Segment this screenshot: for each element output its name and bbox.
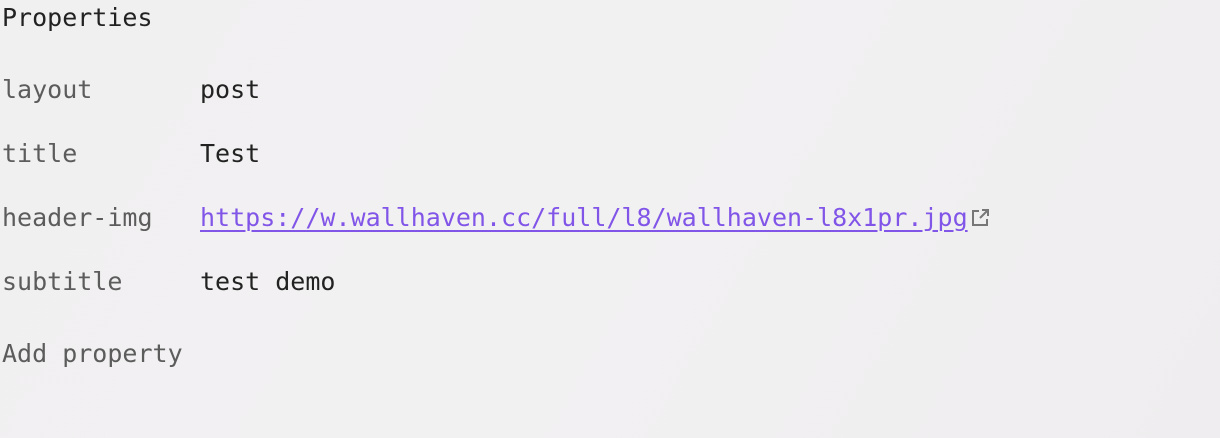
- property-key-title[interactable]: title: [2, 139, 77, 169]
- property-value-title[interactable]: Test: [200, 139, 260, 169]
- property-key-layout[interactable]: layout: [2, 75, 92, 105]
- property-key-header-img[interactable]: header-img: [2, 203, 153, 233]
- external-link-icon[interactable]: [970, 205, 990, 235]
- header-img-link[interactable]: https://w.wallhaven.cc/full/l8/wallhaven…: [200, 203, 968, 232]
- property-value-subtitle[interactable]: test demo: [200, 267, 335, 297]
- property-value-layout[interactable]: post: [200, 75, 260, 105]
- property-value-header-img: https://w.wallhaven.cc/full/l8/wallhaven…: [200, 203, 990, 235]
- properties-heading: Properties: [2, 3, 153, 32]
- property-key-subtitle[interactable]: subtitle: [2, 267, 122, 297]
- add-property-button[interactable]: Add property: [2, 339, 183, 369]
